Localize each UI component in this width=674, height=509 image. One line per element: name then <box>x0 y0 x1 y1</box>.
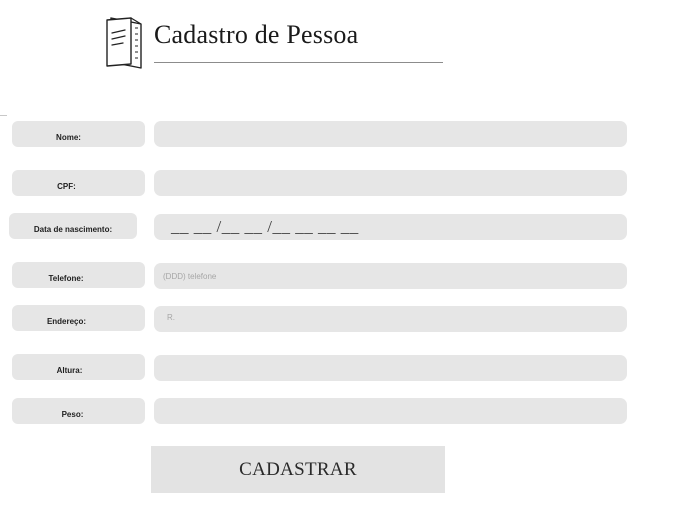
altura-label: Altura: <box>56 366 83 375</box>
peso-field-box <box>154 398 627 424</box>
page-title: Cadastro de Pessoa <box>154 20 359 49</box>
data-nascimento-mask[interactable]: __ __ /__ __ /__ __ __ __ <box>171 217 359 237</box>
nome-label: Nome: <box>56 133 81 142</box>
telefone-label-box: Telefone: <box>12 262 145 288</box>
nome-label-box: Nome: <box>12 121 145 147</box>
peso-label: Peso: <box>61 410 84 419</box>
title-divider <box>154 62 443 63</box>
peso-input[interactable] <box>154 398 627 424</box>
data-nascimento-label: Data de nascimento: <box>33 225 113 234</box>
nome-field-box <box>154 121 627 147</box>
cpf-field-box <box>154 170 627 196</box>
telefone-input[interactable] <box>154 263 627 289</box>
telefone-label: Telefone: <box>48 274 84 283</box>
endereco-label-box: Endereço: <box>12 305 145 331</box>
endereco-field-box[interactable]: R. <box>154 306 627 332</box>
endereco-input[interactable]: R. <box>167 313 175 322</box>
peso-label-box: Peso: <box>12 398 145 424</box>
data-nascimento-field-box[interactable]: __ __ /__ __ /__ __ __ __ <box>154 214 627 240</box>
altura-field-box <box>154 355 627 381</box>
telefone-field-box <box>154 263 627 289</box>
cpf-label: CPF: <box>57 182 76 191</box>
data-nascimento-label-box: Data de nascimento: <box>9 213 137 239</box>
nome-input[interactable] <box>154 121 627 147</box>
endereco-label: Endereço: <box>46 317 87 326</box>
folder-document-icon <box>106 17 142 69</box>
divider-mark <box>0 115 7 116</box>
altura-label-box: Altura: <box>12 354 145 380</box>
cadastrar-button[interactable]: CADASTRAR <box>151 446 445 493</box>
cpf-label-box: CPF: <box>12 170 145 196</box>
cpf-input[interactable] <box>154 170 627 196</box>
altura-input[interactable] <box>154 355 627 381</box>
